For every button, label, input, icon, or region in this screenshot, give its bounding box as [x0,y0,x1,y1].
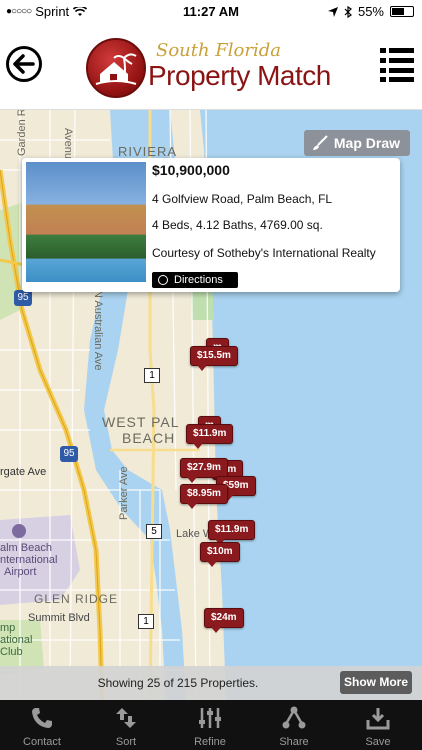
map-label-airport-3: Airport [4,566,37,578]
status-bar: ●○○○○ Sprint 11:27 AM 55% [0,0,422,22]
bottom-tab-bar: Contact Sort Refine Share Save [0,700,422,750]
interstate-95-shield-icon: 95 [14,290,32,306]
tab-label: Contact [23,736,61,748]
list-icon [380,48,414,82]
sort-arrows-icon [116,708,136,728]
price-marker[interactable]: $10m [200,542,240,567]
phone-icon [32,708,52,728]
property-map[interactable]: RIVIERA Avenue C Garden Rd N Australian … [0,110,422,700]
map-label-club-3: Club [0,646,23,658]
map-label-club-1: mp [0,622,16,634]
battery-percent: 55% [357,4,384,19]
us-route-1-shield-icon: 1 [138,614,154,629]
arrow-left-icon [13,54,35,74]
bluetooth-icon [344,5,352,18]
tab-label: Sort [115,736,137,748]
share-icon [282,706,306,729]
tab-label: Refine [194,736,226,748]
download-tray-icon [366,708,390,730]
price-marker[interactable]: $24m [204,608,244,633]
property-popup[interactable]: $10,900,000 4 Golfview Road, Palm Beach,… [22,158,400,292]
map-draw-button[interactable]: Map Draw [303,130,410,156]
interstate-95-shield-icon: 95 [60,446,78,462]
list-menu-button[interactable] [380,46,414,82]
directions-icon [158,275,168,285]
map-label-summit-blvd: Summit Blvd [28,612,90,624]
property-courtesy: Courtesy of Sotheby's International Real… [152,246,376,260]
property-address: 4 Golfview Road, Palm Beach, FL [152,192,333,206]
map-label-rgate-ave: rgate Ave [0,466,47,478]
house-palm-logo-icon [86,38,146,98]
map-label-riviera: RIVIERA [118,144,178,159]
map-label-west-palm-beach-2: BEACH [122,430,176,446]
state-route-5-shield-icon: 5 [146,524,162,539]
results-bar: Showing 25 of 215 Properties. Show More [0,666,422,700]
map-draw-label: Map Draw [333,135,400,151]
location-arrow-icon [327,6,338,17]
tab-refine[interactable]: Refine [168,700,252,750]
tab-save[interactable]: Save [336,700,420,750]
price-marker[interactable]: $27.9m [180,458,228,483]
map-label-garden-rd: Garden Rd [16,110,28,156]
logo-tagline: South Florida [156,40,282,61]
results-count-text: Showing 25 of 215 Properties. [97,676,259,690]
battery-icon [390,6,414,17]
show-more-button[interactable]: Show More [340,671,412,694]
paintbrush-icon [312,135,328,150]
property-photo[interactable] [26,162,146,282]
airport-icon [12,524,26,538]
tab-label: Save [365,736,391,748]
price-marker[interactable]: $15.5m [190,346,238,371]
app-logo: South Florida Property Match [86,36,338,102]
map-label-airport-2: nternational [0,554,58,566]
map-label-airport-1: alm Beach [0,542,52,554]
directions-button[interactable]: Directions [152,272,238,288]
directions-label: Directions [174,274,223,286]
tab-contact[interactable]: Contact [0,700,84,750]
map-label-west-palm-beach-1: WEST PAL [102,414,180,430]
map-label-australian-ave: N Australian Ave [92,290,104,371]
us-route-1-shield-icon: 1 [144,368,160,383]
sliders-icon [199,708,221,728]
property-details: 4 Beds, 4.12 Baths, 4769.00 sq. [152,218,323,232]
tab-sort[interactable]: Sort [84,700,168,750]
price-marker[interactable]: $8.95m [180,484,228,509]
price-marker[interactable]: $11.9m [186,424,234,449]
tab-share[interactable]: Share [252,700,336,750]
tab-label: Share [279,736,309,748]
map-label-parker-ave: Parker Ave [118,466,130,520]
app-header: South Florida Property Match [0,22,422,110]
map-label-glen-ridge: GLEN RIDGE [34,592,119,606]
property-price: $10,900,000 [152,162,230,178]
price-marker[interactable]: $11.9m [208,520,256,545]
logo-title: Property Match [148,60,331,91]
back-button[interactable] [6,46,42,82]
map-label-club-2: ational [0,634,33,646]
